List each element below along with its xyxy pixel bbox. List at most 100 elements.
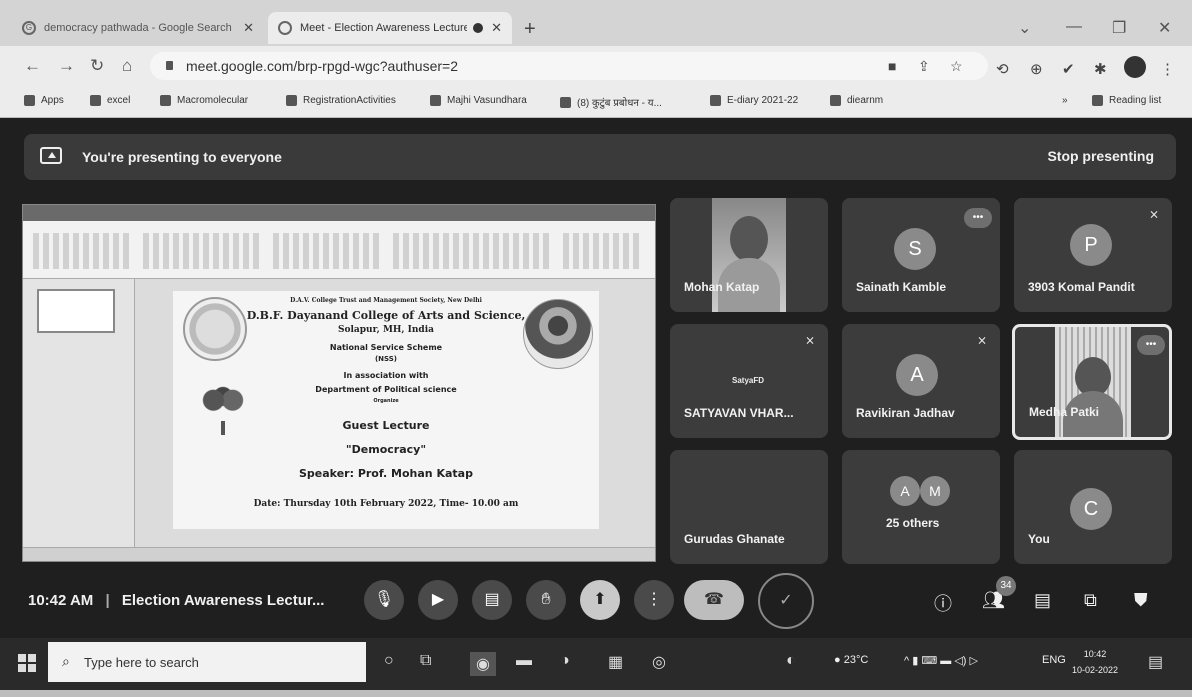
mic-button[interactable]: 🎙︎: [364, 580, 404, 620]
participant-tile[interactable]: ⨯ A Ravikiran Jadhav: [842, 324, 1000, 438]
others-tile[interactable]: A M 25 others: [842, 450, 1000, 564]
forward-button[interactable]: →: [58, 56, 75, 76]
weather-indicator[interactable]: ● 23°C: [834, 654, 868, 666]
slide-line: Organize: [373, 398, 399, 404]
app-icon[interactable]: ◑: [560, 652, 570, 670]
back-button[interactable]: ←: [24, 56, 41, 76]
cortana-icon[interactable]: ○: [384, 652, 394, 670]
participant-name: 3903 Komal Pandit: [1028, 280, 1135, 294]
bookmark-label: diearnm: [847, 95, 884, 106]
participant-tile[interactable]: ⨯ P 3903 Komal Pandit: [1014, 198, 1172, 312]
taskbar-clock[interactable]: 10:42 10-02-2022: [1072, 646, 1118, 678]
activities-icon[interactable]: ⧉: [1084, 590, 1097, 611]
chat-icon[interactable]: ▤: [1034, 590, 1051, 611]
tab-meet[interactable]: Meet - Election Awareness Lecture ✕: [268, 12, 512, 44]
bookmark-macromolecular[interactable]: Macromolecular: [160, 95, 248, 106]
participant-tile[interactable]: Mohan Katap: [670, 198, 828, 312]
system-tray-icons[interactable]: ^ ▮ ⌨ ▬ ◁) ▷: [904, 654, 978, 667]
powerpoint-status-bar: [23, 547, 655, 561]
task-view-icon[interactable]: ⧉: [420, 652, 431, 670]
more-bookmarks-icon[interactable]: »: [1062, 95, 1068, 106]
participant-tile[interactable]: Gurudas Ghanate: [670, 450, 828, 564]
presenting-banner: You're presenting to everyone Stop prese…: [24, 134, 1176, 180]
bookmark-label: RegistrationActivities: [303, 95, 396, 106]
meeting-details-icon[interactable]: ⓘ: [934, 590, 952, 616]
captions-button[interactable]: ▤: [472, 580, 512, 620]
notifications-icon[interactable]: ▤: [1148, 652, 1163, 672]
taskbar-app-icon[interactable]: ◐: [786, 652, 796, 670]
weather-icon: ●: [834, 654, 841, 666]
participant-name: Medha Patki: [1029, 405, 1100, 419]
participant-avatar: P: [1070, 224, 1112, 266]
tab-title: Meet - Election Awareness Lecture: [300, 22, 468, 34]
maximize-button[interactable]: ❐: [1112, 18, 1126, 38]
participant-name: Gurudas Ghanate: [684, 532, 785, 546]
bookmark-ediary[interactable]: E-diary 2021-22: [710, 95, 798, 106]
address-bar[interactable]: meet.google.com/brp-rpgd-wgc?authuser=2 …: [150, 52, 988, 80]
participant-name: Ravikiran Jadhav: [856, 406, 955, 420]
input-language[interactable]: ENG: [1042, 654, 1066, 666]
tab-search-icon[interactable]: ⌄: [1018, 18, 1031, 38]
close-window-button[interactable]: ✕: [1158, 18, 1171, 38]
temperature: 23°C: [843, 654, 869, 666]
participant-avatar: A: [890, 476, 920, 506]
participant-tile-active[interactable]: ••• Medha Patki: [1012, 324, 1172, 440]
meet-window: You're presenting to everyone Stop prese…: [0, 118, 1192, 638]
profile-avatar[interactable]: [1124, 56, 1146, 78]
menu-icon[interactable]: ⋮: [1160, 60, 1175, 78]
bookmark-registration[interactable]: RegistrationActivities: [286, 95, 396, 106]
reload-button[interactable]: ↻: [90, 56, 104, 76]
close-icon[interactable]: ✕: [243, 20, 254, 36]
present-now-button[interactable]: ⬆: [580, 580, 620, 620]
powerpoint-title-bar: [23, 205, 655, 221]
minimize-button[interactable]: —: [1066, 18, 1082, 36]
lock-icon: [166, 61, 173, 70]
chrome-taskbar-icon[interactable]: ◉: [470, 652, 496, 676]
bookmark-youtube[interactable]: (8) कुटुंब प्रबोधन - य...: [560, 95, 662, 109]
file-explorer-icon[interactable]: ▬: [516, 652, 532, 670]
bookmark-label: Apps: [41, 95, 64, 106]
windows-start-icon[interactable]: [18, 654, 36, 672]
camera-icon[interactable]: ■: [888, 58, 896, 74]
reading-list[interactable]: Reading list: [1092, 95, 1161, 106]
bookmark-majhi-vasundhara[interactable]: Majhi Vasundhara: [430, 95, 527, 106]
stop-presenting-button[interactable]: Stop presenting: [1039, 144, 1162, 168]
check-extension-icon[interactable]: ✔: [1062, 60, 1075, 78]
bookmark-diearnm[interactable]: diearnm: [830, 95, 883, 106]
bookmark-apps[interactable]: Apps: [24, 95, 64, 106]
extension-icon[interactable]: ⟲: [996, 60, 1009, 78]
check-icon[interactable]: ✓: [758, 573, 814, 629]
bookmark-star-icon[interactable]: ☆: [950, 58, 963, 75]
share-icon[interactable]: ⇪: [918, 58, 930, 75]
more-options-icon[interactable]: •••: [1137, 335, 1165, 355]
clock-date: 10-02-2022: [1072, 665, 1119, 675]
app-icon[interactable]: ◎: [652, 652, 666, 672]
participant-logo: SatyaFD: [732, 376, 765, 385]
taskbar-search[interactable]: ⌕ Type here to search: [48, 642, 366, 682]
puzzle-icon[interactable]: ✱: [1094, 60, 1107, 78]
meeting-time: 10:42 AM: [28, 592, 94, 609]
new-tab-button[interactable]: +: [524, 18, 536, 41]
more-options-button[interactable]: ⋮: [634, 580, 674, 620]
participant-tile[interactable]: ••• S Sainath Kamble: [842, 198, 1000, 312]
slide-line: D.B.F. Dayanand College of Arts and Scie…: [246, 309, 526, 322]
clock-time: 10:42: [1083, 649, 1107, 659]
bookmark-excel[interactable]: excel: [90, 95, 130, 106]
close-icon[interactable]: ✕: [491, 20, 502, 36]
home-button[interactable]: ⌂: [122, 56, 132, 76]
app-icon[interactable]: ▦: [608, 652, 623, 672]
extension-icon[interactable]: ⊕: [1030, 60, 1043, 78]
others-count: 25 others: [886, 516, 940, 530]
raise-hand-button[interactable]: ✋︎: [526, 580, 566, 620]
tab-google-search[interactable]: G democracy pathwada - Google Search ✕: [12, 12, 264, 44]
participant-name: Mohan Katap: [684, 280, 760, 294]
bookmark-label: Majhi Vasundhara: [447, 95, 527, 106]
participant-tile[interactable]: ⨯ SatyaFD SATYAVAN VHAR...: [670, 324, 828, 438]
leave-call-button[interactable]: ☎︎: [684, 580, 744, 620]
camera-button[interactable]: ▶: [418, 580, 458, 620]
host-controls-icon[interactable]: ⛊: [1134, 590, 1148, 611]
search-icon: ⌕: [62, 653, 70, 669]
youtube-icon: [560, 96, 571, 108]
bookmark-icon: [830, 95, 841, 106]
self-tile[interactable]: C You: [1014, 450, 1172, 564]
